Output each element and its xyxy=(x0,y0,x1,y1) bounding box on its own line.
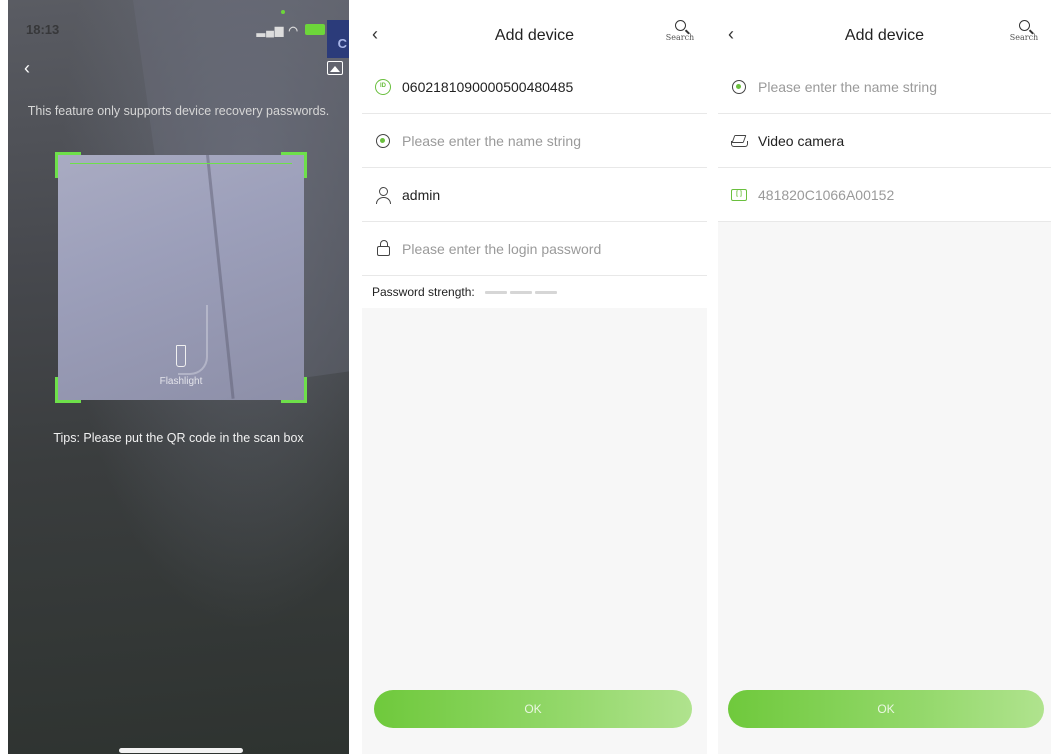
scan-line xyxy=(70,163,292,164)
user-icon xyxy=(374,186,392,204)
add-device-screen-details: ‹ Add device Search Video camera [ ] 481… xyxy=(718,0,1051,754)
password-row[interactable] xyxy=(362,222,707,276)
layers-icon xyxy=(730,132,748,150)
qr-scanner-screen: 18:13 ▂▄▆ ◠ C ‹ This feature only suppor… xyxy=(8,0,349,754)
device-id-row[interactable]: ID 0602181090000500480485 xyxy=(362,60,707,114)
feature-note: This feature only supports device recove… xyxy=(27,104,330,118)
scan-box: Flashlight xyxy=(55,152,307,403)
name-input[interactable] xyxy=(758,78,1038,95)
device-type-value: Video camera xyxy=(758,132,845,149)
scan-tips: Tips: Please put the QR code in the scan… xyxy=(53,431,304,445)
name-row[interactable] xyxy=(718,60,1051,114)
username-value: admin xyxy=(402,186,441,203)
page-title: Add device xyxy=(494,27,575,44)
nav-bar: ‹ Add device Search xyxy=(718,0,1051,66)
id-badge-icon: ID xyxy=(374,78,392,96)
nav-bar: ‹ Add device Search xyxy=(362,0,707,66)
camera-icon xyxy=(730,78,748,96)
battery-icon xyxy=(305,24,325,35)
name-input[interactable] xyxy=(402,132,682,149)
serial-number-value: 481820C1066A00152 xyxy=(758,186,895,203)
page-title: Add device xyxy=(844,27,925,44)
add-device-screen-credentials: ‹ Add device Search ID 06021810900005004… xyxy=(362,0,707,754)
ok-button[interactable]: OK xyxy=(374,690,692,728)
search-label: Search xyxy=(665,33,695,42)
password-strength-label: Password strength: xyxy=(372,285,475,299)
serial-number-icon: [ ] xyxy=(730,186,748,204)
album-icon[interactable] xyxy=(327,61,343,75)
status-bar: 18:13 ▂▄▆ ◠ xyxy=(20,8,337,37)
serial-number-row: [ ] 481820C1066A00152 xyxy=(718,168,1051,222)
back-button[interactable]: ‹ xyxy=(24,58,30,79)
device-form: Video camera [ ] 481820C1066A00152 xyxy=(718,60,1051,222)
password-strength-meter xyxy=(484,290,557,294)
camera-icon xyxy=(374,132,392,150)
device-id-value: 0602181090000500480485 xyxy=(402,78,574,95)
search-icon xyxy=(1018,20,1030,31)
search-button[interactable]: Search xyxy=(1007,20,1041,42)
name-row[interactable] xyxy=(362,114,707,168)
scan-corner-tl xyxy=(55,152,81,178)
search-button[interactable]: Search xyxy=(663,20,697,42)
home-indicator xyxy=(119,748,243,753)
password-input[interactable] xyxy=(402,240,682,257)
background-logo: C xyxy=(327,20,349,58)
device-type-row[interactable]: Video camera xyxy=(718,114,1051,168)
signal-wifi-icon: ▂▄▆ ◠ xyxy=(256,25,299,37)
search-icon xyxy=(674,20,686,31)
flashlight-label: Flashlight xyxy=(159,376,203,387)
password-strength: Password strength: xyxy=(362,276,707,308)
ok-button[interactable]: OK xyxy=(728,690,1044,728)
flashlight-icon xyxy=(176,345,186,367)
status-time: 18:13 xyxy=(26,22,60,37)
lock-icon xyxy=(374,240,392,258)
search-label: Search xyxy=(1009,33,1039,42)
username-row[interactable]: admin xyxy=(362,168,707,222)
flashlight-toggle[interactable]: Flashlight xyxy=(58,345,304,389)
scan-corner-tr xyxy=(281,152,307,178)
status-dot-icon xyxy=(281,10,285,14)
device-form: ID 0602181090000500480485 admin Password… xyxy=(362,60,707,308)
